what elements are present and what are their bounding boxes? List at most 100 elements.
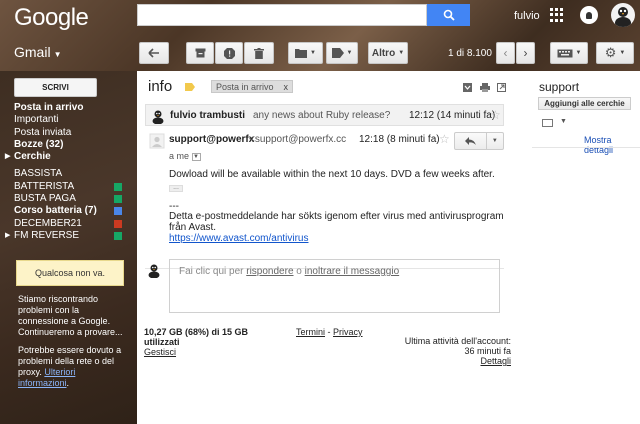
labels-button[interactable]: ▼ — [326, 42, 358, 64]
more-button[interactable]: Altro ▼ — [368, 42, 408, 64]
top-bar: Google fulvio Gmail ▼ ▼ ▼ Altro ▼ 1 di 8.1… — [0, 0, 640, 71]
chevron-down-icon: ▼ — [575, 50, 582, 56]
show-details-link[interactable]: Mostra dettagli — [584, 135, 640, 155]
sender-name: fulvio trambusti — [170, 110, 246, 121]
notifications-bell-icon[interactable] — [580, 6, 598, 24]
sidebar-item-busta-paga[interactable]: BUSTA PAGA — [0, 193, 137, 205]
move-to-button[interactable]: ▼ — [288, 42, 323, 64]
spam-icon — [223, 47, 235, 59]
label-color-square — [114, 219, 122, 228]
sidebar-item-fm-reverse[interactable]: ▶ FM REVERSE — [0, 230, 137, 242]
caret-down-icon[interactable]: ▼ — [560, 118, 567, 125]
more-actions-dropdown[interactable]: ▼ — [487, 133, 503, 149]
sidebar-item-batterista[interactable]: BATTERISTA — [0, 181, 137, 193]
sidebar-item-corso-batteria[interactable]: Corso batteria (7) — [0, 205, 137, 217]
delete-button[interactable] — [244, 42, 274, 64]
left-sidebar: SCRIVI Posta in arrivo Importanti Posta … — [0, 71, 137, 424]
privacy-link[interactable]: Privacy — [333, 327, 363, 337]
show-trimmed-content-button[interactable]: ... — [169, 184, 183, 192]
manage-storage-link[interactable]: Gestisci — [144, 347, 176, 357]
new-window-icon[interactable] — [497, 83, 506, 92]
recipient-line: a me ▼ — [169, 151, 201, 161]
star-icon[interactable]: ☆ — [490, 108, 501, 122]
reply-split-button[interactable]: ▼ — [454, 132, 504, 150]
gear-icon: ⚙ — [604, 45, 617, 60]
google-logo[interactable]: Google — [14, 4, 89, 32]
folder-icon — [295, 49, 308, 58]
reply-link[interactable]: rispondere — [246, 266, 293, 277]
chevron-left-icon: ‹ — [503, 46, 508, 60]
sidebar-item-sent[interactable]: Posta inviata — [0, 127, 137, 139]
sidebar-item-label: FM REVERSE — [14, 229, 80, 241]
signature-line-1: Detta e-postmeddelande har sökts igenom … — [169, 211, 504, 222]
expanded-message: support@powerfx <support@powerfx.cc 12:1… — [145, 129, 504, 269]
sidebar-item-circles-label: Cerchie — [14, 151, 51, 163]
add-to-circles-button[interactable]: Aggiungi alle cerchie — [538, 97, 631, 110]
keyboard-icon — [557, 49, 573, 57]
compose-button[interactable]: SCRIVI — [14, 78, 97, 97]
terms-link[interactable]: Termini — [296, 327, 325, 337]
label-color-square — [114, 231, 122, 240]
triangle-right-icon[interactable]: ▶ — [5, 230, 10, 242]
contact-pane: support Aggiungi alle cerchie ▼ Mostra d… — [532, 71, 640, 424]
chevron-down-icon: ▼ — [346, 50, 353, 56]
triangle-right-icon[interactable]: ▶ — [5, 151, 10, 163]
message-body-line: Dowload will be available within the nex… — [169, 169, 495, 180]
apps-grid-icon[interactable] — [550, 8, 564, 22]
sidebar-item-label: BUSTA PAGA — [14, 193, 76, 205]
reply-button[interactable] — [455, 133, 487, 149]
settings-button[interactable]: ⚙ ▼ — [596, 42, 634, 64]
report-spam-button[interactable] — [215, 42, 243, 64]
label-color-square — [114, 182, 122, 191]
show-details-dropdown[interactable]: ▼ — [191, 152, 201, 161]
folder-list: Posta in arrivo Importanti Posta inviata… — [0, 102, 137, 242]
print-icon[interactable] — [480, 83, 490, 92]
sidebar-item-label: Corso batteria (7) — [14, 205, 97, 217]
back-button[interactable] — [139, 42, 169, 64]
caret-down-icon: ▼ — [53, 50, 62, 59]
chevron-right-icon: › — [523, 46, 528, 60]
gmail-menu[interactable]: Gmail ▼ — [14, 44, 61, 60]
footer-links: Termini - Privacy — [296, 327, 363, 337]
activity-details-link[interactable]: Dettagli — [474, 356, 511, 366]
archive-button[interactable] — [186, 42, 214, 64]
forward-link[interactable]: inoltrare il messaggio — [305, 266, 400, 277]
connection-problem-text: Stiamo riscontrando problemi con la conn… — [18, 294, 123, 337]
sidebar-item-inbox[interactable]: Posta in arrivo — [0, 102, 137, 114]
reply-icon — [464, 137, 476, 145]
signature-line-2: från Avast. — [169, 222, 217, 233]
sidebar-item-label: DECEMBER21 — [14, 217, 82, 229]
sidebar-item-drafts[interactable]: Bozze (32) — [0, 139, 137, 151]
avast-link[interactable]: https://www.avast.com/antivirus — [169, 233, 309, 244]
sidebar-item-important[interactable]: Importanti — [0, 114, 137, 126]
expand-all-icon[interactable] — [463, 83, 472, 92]
input-tools-button[interactable]: ▼ — [550, 42, 588, 64]
sender-avatar — [150, 108, 166, 125]
message-time: 12:12 (14 minuti fa) — [409, 110, 496, 121]
contact-name: support — [539, 80, 580, 94]
search-button[interactable] — [427, 4, 470, 26]
next-page-button[interactable]: › — [516, 42, 535, 64]
user-name[interactable]: fulvio — [514, 10, 540, 22]
network-problem-suffix: . — [66, 378, 70, 388]
email-icon[interactable] — [542, 119, 553, 127]
sidebar-item-bassista[interactable]: BASSISTA — [0, 168, 137, 180]
important-marker-icon[interactable] — [185, 83, 195, 91]
sender-name[interactable]: support@powerfx — [169, 134, 254, 145]
collapsed-message[interactable]: fulvio trambusti any news about Ruby rel… — [145, 104, 504, 126]
message-pane: info Posta in arrivo x fulvio trambusti a… — [137, 71, 532, 424]
trash-icon — [254, 47, 264, 59]
remove-label-icon[interactable]: x — [284, 82, 289, 92]
more-button-label: Altro — [371, 47, 396, 59]
sidebar-item-circles[interactable]: ▶ Cerchie — [0, 151, 137, 163]
sidebar-item-december21[interactable]: DECEMBER21 — [0, 218, 137, 230]
star-icon[interactable]: ☆ — [439, 132, 450, 146]
inbox-label-chip[interactable]: Posta in arrivo x — [211, 80, 294, 93]
account-avatar[interactable] — [611, 3, 635, 27]
my-avatar — [146, 262, 162, 279]
search-input[interactable] — [137, 4, 427, 26]
chevron-down-icon: ▼ — [398, 50, 405, 56]
prev-page-button[interactable]: ‹ — [496, 42, 515, 64]
quick-reply-box[interactable]: Fai clic qui per rispondere o inoltrare … — [169, 259, 500, 313]
chevron-down-icon: ▼ — [619, 50, 626, 56]
